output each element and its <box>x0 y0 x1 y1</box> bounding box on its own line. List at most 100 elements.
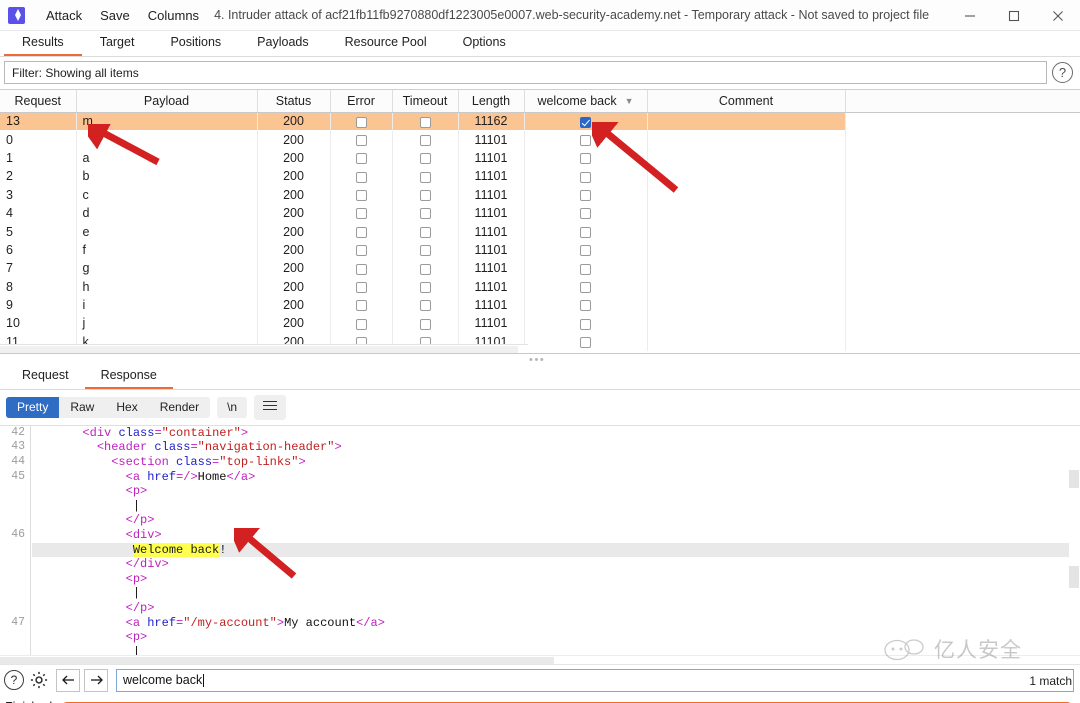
tab-results[interactable]: Results <box>4 33 82 56</box>
view-mode-render[interactable]: Render <box>149 397 210 418</box>
cell-timeout[interactable] <box>392 314 459 333</box>
maximize-icon[interactable] <box>992 0 1036 31</box>
tab-request[interactable]: Request <box>6 366 85 389</box>
cell-grep-match[interactable] <box>524 332 648 352</box>
cell-grep-match[interactable] <box>524 259 648 278</box>
tab-response[interactable]: Response <box>84 366 173 389</box>
table-row[interactable]: 9 i 200 11101 <box>0 295 1080 315</box>
table-row[interactable]: 4 d 200 11101 <box>0 203 1080 223</box>
cell-grep-match[interactable] <box>524 130 648 149</box>
checkbox-unchecked-icon[interactable] <box>580 189 591 201</box>
checkbox-unchecked-icon[interactable] <box>580 318 591 330</box>
checkbox-unchecked-icon[interactable] <box>419 171 431 183</box>
tab-positions[interactable]: Positions <box>152 33 239 56</box>
cell-grep-match[interactable] <box>524 240 648 260</box>
tab-payloads[interactable]: Payloads <box>239 33 326 56</box>
checkbox-unchecked-icon[interactable] <box>355 208 367 220</box>
results-horizontal-scrollbar[interactable] <box>0 344 528 353</box>
checkbox-unchecked-icon[interactable] <box>419 226 431 238</box>
checkbox-unchecked-icon[interactable] <box>580 208 591 220</box>
column-header-payload[interactable]: Payload <box>76 90 258 113</box>
cell-error[interactable] <box>330 240 393 260</box>
checkbox-unchecked-icon[interactable] <box>355 171 367 183</box>
pane-splitter[interactable]: ••• <box>0 353 1080 366</box>
table-row[interactable]: 7 g 200 11101 <box>0 259 1080 278</box>
cell-grep-match[interactable] <box>524 222 648 241</box>
table-row[interactable]: 1 a 200 11101 <box>0 148 1080 168</box>
checkbox-unchecked-icon[interactable] <box>580 153 591 165</box>
checkbox-unchecked-icon[interactable] <box>419 116 431 128</box>
menu-save[interactable]: Save <box>91 5 139 26</box>
arrow-left-icon[interactable] <box>56 668 80 692</box>
cell-timeout[interactable] <box>392 277 459 296</box>
response-body-viewer[interactable]: 42 43 44 45 46 47 <div class="container"> <he… <box>0 424 1080 664</box>
column-header-length[interactable]: Length <box>458 90 525 113</box>
cell-error[interactable] <box>330 222 393 241</box>
checkbox-unchecked-icon[interactable] <box>419 153 431 165</box>
checkbox-unchecked-icon[interactable] <box>580 300 591 312</box>
scrollbar-thumb-upper[interactable] <box>1069 469 1079 488</box>
cell-grep-match[interactable] <box>524 277 648 296</box>
cell-grep-match[interactable] <box>524 112 648 131</box>
checkbox-unchecked-icon[interactable] <box>355 189 367 201</box>
checkbox-unchecked-icon[interactable] <box>419 189 431 201</box>
response-vertical-scrollbar[interactable] <box>1069 425 1080 664</box>
cell-timeout[interactable] <box>392 112 459 131</box>
cell-error[interactable] <box>330 295 393 315</box>
cell-grep-match[interactable] <box>524 203 648 223</box>
checkbox-unchecked-icon[interactable] <box>580 263 591 275</box>
checkbox-unchecked-icon[interactable] <box>355 245 367 257</box>
table-row[interactable]: 8 h 200 11101 <box>0 277 1080 296</box>
view-mode-hex[interactable]: Hex <box>105 397 148 418</box>
view-mode-pretty[interactable]: Pretty <box>6 396 60 418</box>
cell-error[interactable] <box>330 259 393 278</box>
cell-timeout[interactable] <box>392 259 459 278</box>
cell-timeout[interactable] <box>392 167 459 186</box>
cell-grep-match[interactable] <box>524 148 648 168</box>
table-row[interactable]: 5 e 200 11101 <box>0 222 1080 241</box>
checkbox-unchecked-icon[interactable] <box>580 245 591 257</box>
close-icon[interactable] <box>1036 0 1080 31</box>
arrow-right-icon[interactable] <box>84 668 108 692</box>
cell-error[interactable] <box>330 167 393 186</box>
column-header-status[interactable]: Status <box>257 90 331 113</box>
checkbox-checked-icon[interactable] <box>580 116 591 128</box>
scrollbar-thumb[interactable] <box>0 656 554 664</box>
table-row[interactable]: 3 c 200 11101 <box>0 185 1080 204</box>
column-header-timeout[interactable]: Timeout <box>392 90 459 113</box>
checkbox-unchecked-icon[interactable] <box>580 171 591 183</box>
newline-toggle-button[interactable]: \n <box>217 396 248 418</box>
question-mark-icon[interactable]: ? <box>1052 62 1073 83</box>
hamburger-icon[interactable] <box>254 395 287 420</box>
checkbox-unchecked-icon[interactable] <box>419 134 431 146</box>
tab-options[interactable]: Options <box>445 33 524 56</box>
cell-timeout[interactable] <box>392 203 459 223</box>
checkbox-unchecked-icon[interactable] <box>355 281 367 293</box>
tab-resource-pool[interactable]: Resource Pool <box>327 33 445 56</box>
cell-error[interactable] <box>330 203 393 223</box>
table-row[interactable]: 2 b 200 11101 <box>0 167 1080 186</box>
table-row[interactable]: 10 j 200 11101 <box>0 314 1080 333</box>
checkbox-unchecked-icon[interactable] <box>355 226 367 238</box>
checkbox-unchecked-icon[interactable] <box>355 153 367 165</box>
filter-field[interactable]: Filter: Showing all items <box>4 61 1047 84</box>
cell-timeout[interactable] <box>392 295 459 315</box>
cell-error[interactable] <box>330 314 393 333</box>
scrollbar-thumb[interactable] <box>0 346 518 353</box>
cell-timeout[interactable] <box>392 240 459 260</box>
table-row[interactable]: 6 f 200 11101 <box>0 240 1080 260</box>
checkbox-unchecked-icon[interactable] <box>355 134 367 146</box>
menu-columns[interactable]: Columns <box>139 5 208 26</box>
cell-timeout[interactable] <box>392 130 459 149</box>
column-header-error[interactable]: Error <box>330 90 393 113</box>
response-horizontal-scrollbar[interactable] <box>0 654 1080 664</box>
checkbox-unchecked-icon[interactable] <box>419 300 431 312</box>
cell-grep-match[interactable] <box>524 185 648 204</box>
checkbox-unchecked-icon[interactable] <box>355 263 367 275</box>
menu-attack[interactable]: Attack <box>37 5 91 26</box>
cell-grep-match[interactable] <box>524 295 648 315</box>
column-header-grep-match[interactable]: welcome back ▼ <box>524 90 648 113</box>
cell-error[interactable] <box>330 148 393 168</box>
tab-target[interactable]: Target <box>82 33 153 56</box>
cell-grep-match[interactable] <box>524 167 648 186</box>
